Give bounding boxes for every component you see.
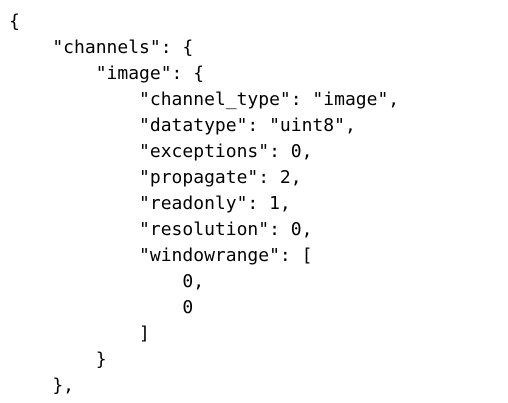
code-line-6: "exceptions": 0,: [9, 141, 313, 162]
code-line-14: }: [9, 349, 107, 370]
code-line-3: "image": {: [9, 63, 205, 84]
code-line-2: "channels": {: [9, 37, 194, 58]
code-line-15: },: [9, 375, 75, 396]
code-line-10: "windowrange": [: [9, 245, 313, 266]
code-line-5: "datatype": "uint8",: [9, 115, 356, 136]
code-line-12: 0: [9, 297, 194, 318]
code-line-11: 0,: [9, 271, 205, 292]
code-line-1: {: [9, 11, 20, 32]
json-code-block: { "channels": { "image": { "channel_type…: [9, 9, 504, 399]
code-line-7: "propagate": 2,: [9, 167, 302, 188]
code-line-13: ]: [9, 323, 150, 344]
code-line-4: "channel_type": "image",: [9, 89, 400, 110]
code-line-9: "resolution": 0,: [9, 219, 313, 240]
code-line-8: "readonly": 1,: [9, 193, 291, 214]
